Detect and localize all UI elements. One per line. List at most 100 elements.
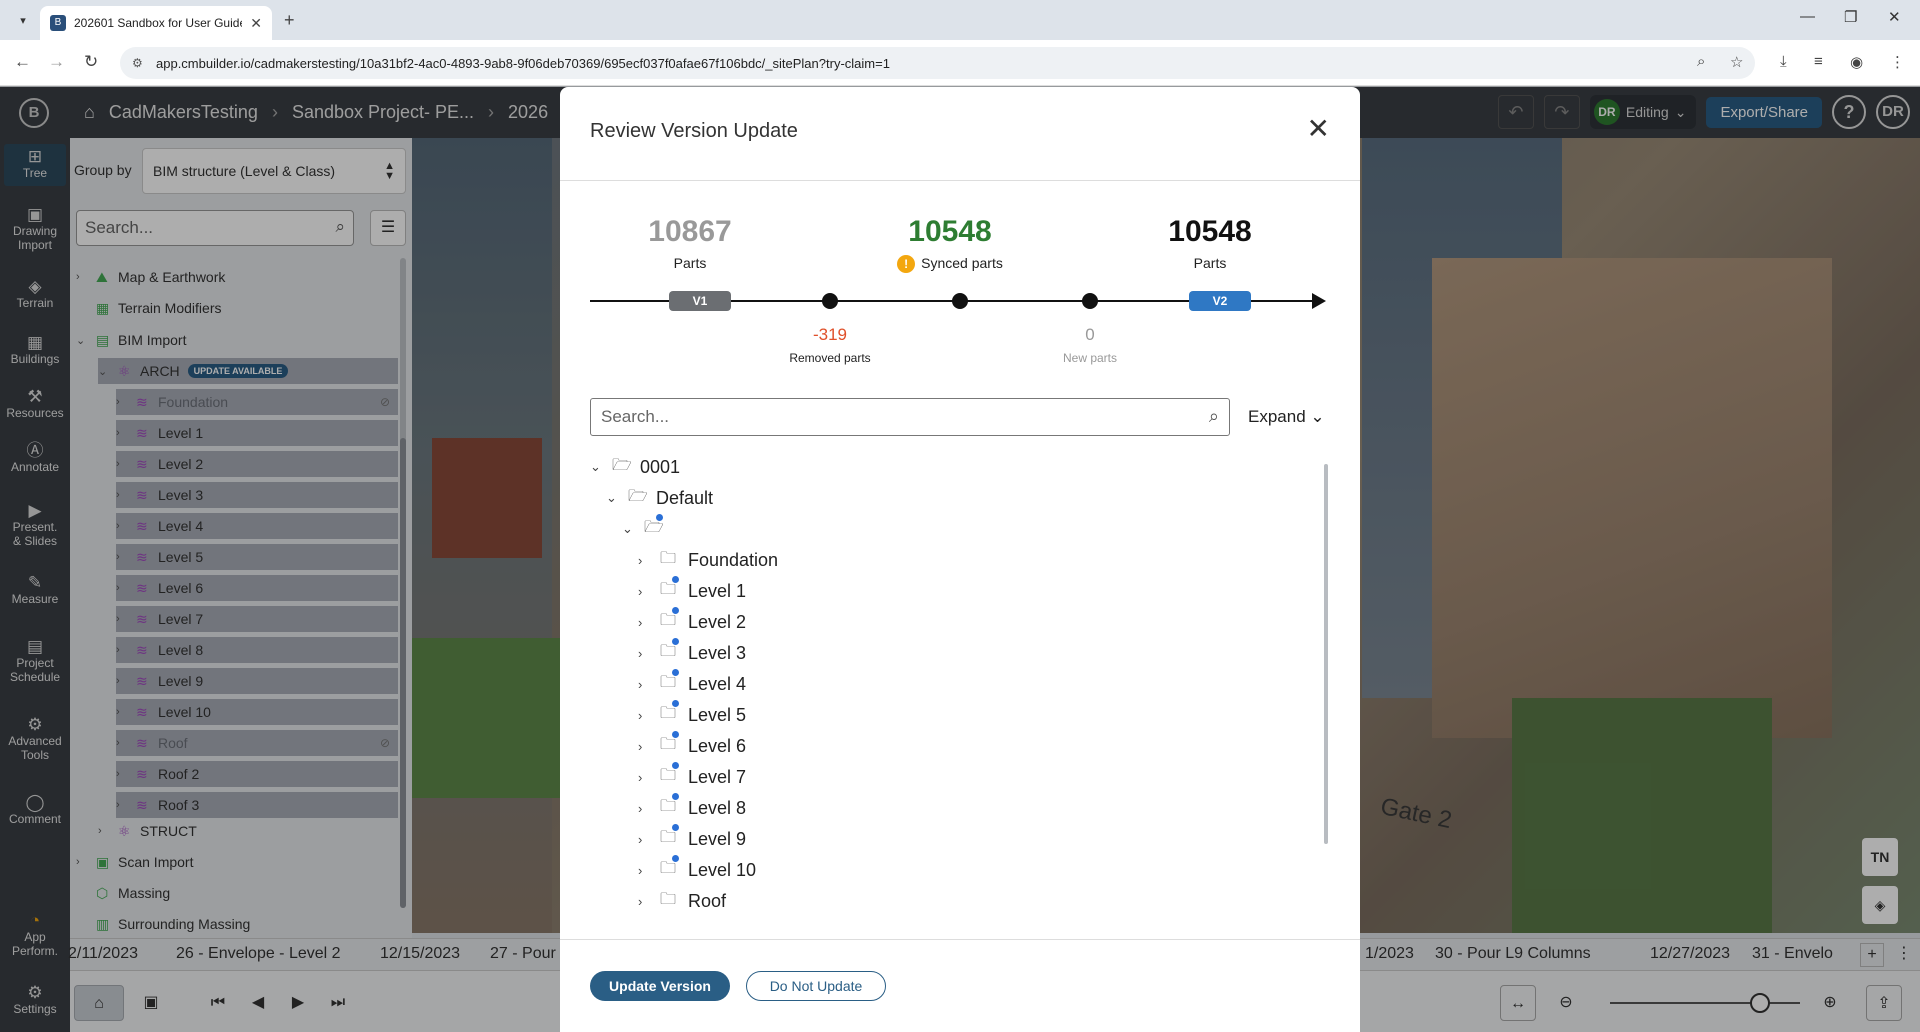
forward-icon[interactable]: → — [48, 52, 65, 72]
tree-node-label: Level 7 — [688, 766, 747, 787]
tab-search-icon[interactable]: ▾ — [12, 10, 34, 32]
tree-node-level-2[interactable]: › 🗀 Level 2 — [638, 606, 747, 636]
tree-node-0001[interactable]: ⌄ 🗁 0001 — [590, 455, 680, 479]
folder-changed-icon: 🗀 — [660, 575, 688, 605]
tree-node-label: 0001 — [640, 456, 681, 477]
tree-node-unnamed[interactable]: ⌄ 🗁 — [622, 513, 672, 541]
new-stat: 0 New parts — [1020, 325, 1160, 365]
chevron-right-icon[interactable]: › — [638, 677, 660, 692]
folder-changed-icon: 🗀 — [660, 761, 688, 791]
browser-menu-icon[interactable]: ⋮ — [1890, 53, 1905, 71]
profile-icon[interactable]: ◉ — [1850, 53, 1863, 71]
modal-tree-scrollbar[interactable] — [1322, 452, 1330, 844]
removed-label: Removed parts — [789, 351, 871, 365]
tree-node-level-10[interactable]: › 🗀 Level 10 — [638, 854, 757, 884]
modal-search-input[interactable]: Search... ⌕ — [590, 398, 1230, 436]
expand-button[interactable]: Expand ⌄ — [1248, 407, 1325, 427]
chevron-right-icon[interactable]: › — [638, 832, 660, 847]
browser-tab-strip: ▾ B 202601 Sandbox for User Guide ✕ + — … — [0, 0, 1920, 40]
warning-icon[interactable]: ! — [897, 255, 916, 274]
update-version-button[interactable]: Update Version — [590, 971, 730, 1001]
tree-node-label: Level 4 — [688, 673, 747, 694]
timeline-dot — [822, 293, 838, 309]
tree-node-default[interactable]: ⌄ 🗁 Default — [606, 486, 713, 510]
modal-scrollbar-thumb[interactable] — [1324, 464, 1328, 844]
favicon-icon: B — [50, 15, 66, 31]
removed-stat: -319 Removed parts — [760, 325, 900, 365]
chevron-down-icon[interactable]: ⌄ — [622, 521, 644, 537]
synced-count: 10548 — [908, 215, 992, 248]
new-count: 0 — [1085, 325, 1095, 344]
v1-label: Parts — [673, 255, 707, 271]
media-icon[interactable]: ≡ — [1814, 53, 1823, 70]
tree-node-level-7[interactable]: › 🗀 Level 7 — [638, 761, 747, 791]
folder-changed-icon: 🗀 — [660, 699, 688, 729]
folder-icon: 🗀 — [660, 890, 677, 908]
chevron-right-icon[interactable]: › — [638, 863, 660, 878]
tree-node-label: Level 2 — [688, 611, 747, 632]
v1-pill: V1 — [669, 291, 731, 311]
tree-node-level-1[interactable]: › 🗀 Level 1 — [638, 575, 746, 605]
tab-title: 202601 Sandbox for User Guide — [74, 16, 242, 30]
bookmark-star-icon[interactable]: ☆ — [1730, 53, 1743, 71]
modal-search-placeholder: Search... — [601, 407, 670, 426]
chevron-right-icon[interactable]: › — [638, 739, 660, 754]
do-not-update-button[interactable]: Do Not Update — [746, 971, 886, 1001]
tree-node-label: Level 6 — [688, 735, 747, 756]
tree-node-level-9[interactable]: › 🗀 Level 9 — [638, 823, 746, 851]
window-close-icon[interactable]: ✕ — [1888, 8, 1901, 26]
close-icon[interactable]: ✕ — [1307, 115, 1330, 143]
folder-changed-icon: 🗀 — [660, 606, 688, 636]
site-info-icon[interactable]: ⚙ — [132, 56, 143, 70]
v2-pill: V2 — [1189, 291, 1251, 311]
tree-node-level-4[interactable]: › 🗀 Level 4 — [638, 668, 747, 696]
review-version-modal: Review Version Update ✕ 10867 Parts 1054… — [560, 87, 1360, 1032]
new-tab-icon[interactable]: + — [284, 10, 295, 31]
tree-node-label: Level 5 — [688, 704, 747, 725]
address-bar: ← → ↻ ⚙ app.cmbuilder.io/cadmakerstestin… — [0, 40, 1920, 86]
zoom-icon[interactable]: ⌕ — [1697, 53, 1705, 70]
tree-node-level-3[interactable]: › 🗀 Level 3 — [638, 637, 747, 665]
chevron-right-icon[interactable]: › — [638, 584, 660, 599]
tree-node-level-8[interactable]: › 🗀 Level 8 — [638, 792, 746, 822]
tree-node-label: Level 10 — [688, 859, 757, 880]
back-icon[interactable]: ← — [14, 52, 31, 72]
minimize-icon[interactable]: — — [1800, 8, 1815, 25]
download-icon[interactable]: ⤓ — [1780, 53, 1787, 70]
chevron-right-icon[interactable]: › — [638, 553, 660, 568]
tree-node-foundation[interactable]: › 🗀 Foundation — [638, 548, 778, 572]
folder-changed-icon: 🗀 — [660, 854, 688, 884]
synced-label-row: ! Synced parts — [860, 255, 1040, 274]
restore-icon[interactable]: ❐ — [1844, 8, 1857, 26]
tree-node-label: Roof — [688, 890, 727, 911]
chevron-down-icon[interactable]: ⌄ — [590, 459, 612, 475]
tree-node-roof[interactable]: › 🗀 Roof — [638, 889, 726, 913]
url-text: app.cmbuilder.io/cadmakerstesting/10a31b… — [156, 55, 890, 71]
folder-changed-icon: 🗀 — [660, 792, 688, 822]
chevron-right-icon[interactable]: › — [638, 615, 660, 630]
tree-node-level-6[interactable]: › 🗀 Level 6 — [638, 730, 747, 758]
chevron-right-icon[interactable]: › — [638, 894, 660, 909]
browser-tab[interactable]: B 202601 Sandbox for User Guide ✕ — [40, 6, 272, 40]
tree-node-level-5[interactable]: › 🗀 Level 5 — [638, 699, 747, 729]
folder-open-icon: 🗁 — [612, 456, 632, 474]
tree-node-label: Level 3 — [688, 642, 747, 663]
v2-label: Parts — [1193, 255, 1227, 271]
chevron-right-icon[interactable]: › — [638, 770, 660, 785]
chevron-right-icon[interactable]: › — [638, 708, 660, 723]
synced-stat: 10548 ! Synced parts — [860, 215, 1040, 274]
chevron-right-icon[interactable]: › — [638, 646, 660, 661]
v1-count: 10867 — [648, 215, 732, 248]
v1-stat: 10867 Parts — [600, 215, 780, 271]
reload-icon[interactable]: ↻ — [84, 52, 98, 72]
tab-close-icon[interactable]: ✕ — [250, 15, 262, 32]
modal-header: Review Version Update ✕ — [560, 87, 1360, 181]
synced-label: Synced parts — [921, 255, 1003, 271]
modal-title: Review Version Update — [590, 120, 798, 142]
chevron-down-icon[interactable]: ⌄ — [606, 490, 628, 506]
url-field[interactable]: ⚙ app.cmbuilder.io/cadmakerstesting/10a3… — [120, 47, 1755, 79]
timeline-dot — [952, 293, 968, 309]
timeline-dot — [1082, 293, 1098, 309]
chevron-right-icon[interactable]: › — [638, 801, 660, 816]
folder-open-icon: 🗁 — [628, 487, 648, 505]
